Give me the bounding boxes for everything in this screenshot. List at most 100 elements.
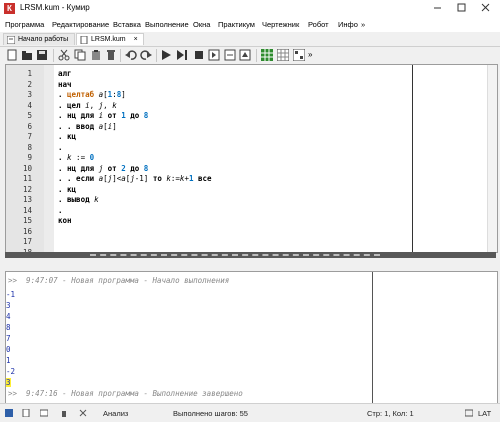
copy-icon[interactable] (74, 49, 86, 61)
console-current-value: 3 (6, 378, 11, 387)
line-number: 5 (27, 111, 32, 120)
code-token: . кц (58, 184, 77, 194)
line-number: 4 (27, 100, 32, 110)
delete-icon[interactable] (105, 49, 117, 61)
editor-margin-line (412, 65, 413, 252)
code-line[interactable]: . k := 0 (58, 153, 94, 162)
code-token: := (170, 174, 180, 183)
close-window-button[interactable] (474, 2, 496, 16)
tab-lrsm-label: LRSM.kum (91, 36, 126, 43)
close-icon (481, 3, 489, 12)
code-line[interactable]: . . если a[j]<a[j-1] то k:=k+1 все (58, 174, 212, 183)
run-icon[interactable] (160, 49, 172, 61)
file-icon (80, 36, 88, 44)
minimize-icon (433, 7, 441, 9)
undo-icon[interactable] (125, 49, 137, 61)
home-icon (7, 36, 15, 44)
code-line[interactable]: . кц (58, 132, 76, 141)
tab-lrsm[interactable]: LRSM.kum × (76, 33, 144, 45)
code-line[interactable]: . (58, 143, 63, 152)
code-line[interactable]: . нц для j от 2 до 8 (58, 164, 148, 173)
code-token: ] (121, 90, 126, 99)
redo-icon[interactable] (140, 49, 152, 61)
status-steps: Выполнено шагов: 55 (173, 409, 248, 418)
tab-bar: Начало работы LRSM.kum × (0, 32, 500, 47)
paste-icon[interactable] (90, 49, 102, 61)
status-image-icon[interactable] (40, 409, 48, 417)
line-number: 15 (22, 216, 32, 225)
status-console-icon[interactable] (5, 409, 13, 417)
code-token: 8 (143, 111, 149, 120)
code-line[interactable]: кон (58, 216, 72, 225)
toolbar-separator (156, 49, 157, 62)
code-line[interactable]: нач (58, 80, 72, 89)
menu-program[interactable]: Программа (5, 20, 44, 29)
stop-icon[interactable] (193, 49, 205, 61)
toolbar-overflow[interactable]: » (308, 50, 312, 59)
robot-panel-icon[interactable] (261, 49, 273, 61)
line-number: 8 (27, 142, 32, 152)
code-token: ]< (112, 174, 122, 183)
maximize-button[interactable] (450, 2, 472, 16)
code-token: кон (58, 216, 72, 225)
save-icon[interactable] (36, 49, 48, 61)
code-token: . цел (58, 100, 86, 110)
code-line[interactable]: . цел i, j, k (58, 101, 117, 110)
menu-robot[interactable]: Робот (308, 20, 329, 29)
menu-practicum[interactable]: Практикум (218, 20, 255, 29)
code-line[interactable]: алг (58, 69, 72, 78)
minimize-button[interactable] (426, 2, 448, 16)
cut-icon[interactable] (58, 49, 70, 61)
code-token: ] (112, 121, 117, 131)
menu-drawer[interactable]: Чертежник (262, 20, 299, 29)
status-delete-icon[interactable] (60, 409, 68, 417)
maximize-icon (457, 3, 465, 12)
line-number: 7 (27, 132, 32, 141)
console-value: 7 (6, 334, 11, 343)
line-number: 12 (22, 184, 32, 194)
line-number: 1 (27, 69, 32, 78)
code-line[interactable]: . . ввод a[i] (58, 122, 117, 131)
code-token: . (58, 142, 63, 152)
run-steps-icon[interactable] (176, 49, 188, 61)
code-line[interactable]: . целтаб a[1:8] (58, 90, 126, 99)
console-value: -2 (6, 367, 16, 376)
status-cursor: Стр: 1, Кол: 1 (367, 409, 414, 418)
status-new-icon[interactable] (22, 409, 30, 417)
new-file-icon[interactable] (6, 49, 18, 61)
code-line[interactable]: . (58, 206, 63, 215)
menu-run[interactable]: Выполнение (145, 20, 189, 29)
code-line[interactable]: . вывод k (58, 195, 99, 204)
code-token: . . если (58, 174, 99, 183)
menu-edit[interactable]: Редактирование (52, 20, 109, 29)
step-into-icon[interactable] (208, 49, 220, 61)
console-end-line: >> 9:47:16 - Новая программа - Выполнени… (8, 389, 243, 398)
step-out-icon[interactable] (239, 49, 251, 61)
code-line[interactable]: . нц для i от 1 до 8 (58, 111, 148, 120)
code-line[interactable]: . кц (58, 185, 76, 194)
code-token: нач (58, 79, 72, 89)
code-token: := (71, 153, 90, 162)
drawer-panel-icon[interactable] (277, 49, 289, 61)
code-token: . . ввод (58, 121, 99, 131)
code-token: . нц для (58, 163, 99, 173)
output-console[interactable]: >> 9:47:07 - Новая программа - Начало вы… (5, 271, 498, 404)
code-token: , (103, 100, 113, 110)
code-editor[interactable]: 1 2 3 4 5 6 7 8 9 10 11 12 13 14 15 16 1… (5, 64, 498, 253)
menu-windows[interactable]: Окна (193, 20, 210, 29)
status-close-icon[interactable] (79, 409, 87, 417)
editor-scrollbar[interactable] (487, 65, 497, 252)
menu-insert[interactable]: Вставка (113, 20, 141, 29)
tab-close-button[interactable]: × (134, 36, 138, 43)
code-token: то (152, 174, 167, 183)
code-token: k (94, 195, 99, 204)
code-token: алг (58, 69, 72, 78)
console-value: 3 (6, 301, 11, 310)
open-folder-icon[interactable] (21, 49, 33, 61)
menu-overflow[interactable]: » (361, 20, 365, 29)
step-over-icon[interactable] (224, 49, 236, 61)
grid-panel-icon[interactable] (293, 49, 305, 61)
menu-info[interactable]: Инфо (338, 20, 358, 29)
tab-start[interactable]: Начало работы (3, 33, 75, 45)
fold-margin (44, 65, 54, 252)
